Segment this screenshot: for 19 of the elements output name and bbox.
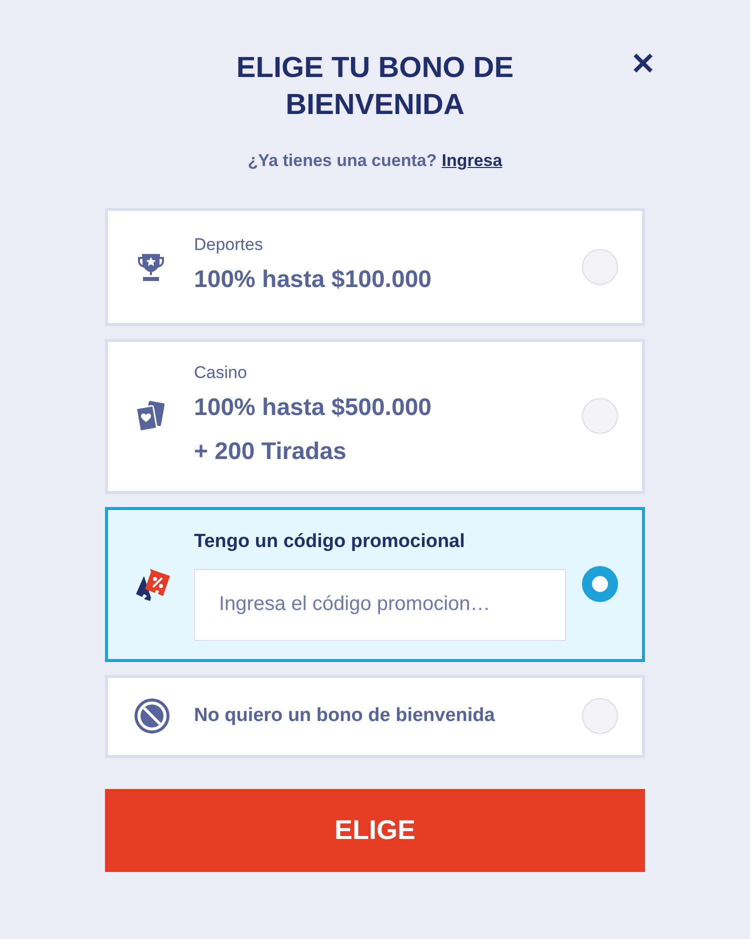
option-label: No quiero un bono de bienvenida: [194, 704, 496, 728]
dialog-title: ELIGE TU BONO DE BIENVENIDA: [235, 51, 515, 123]
login-prompt: ¿Ya tienes una cuenta?: [248, 150, 437, 172]
bonus-option[interactable]: Casino 100% hasta $500.000 + 200 Tiradas: [105, 338, 645, 494]
option-label: Deportes: [194, 234, 264, 256]
option-label: Casino: [194, 362, 248, 384]
promo-code-field[interactable]: Ingresa el código promocion…: [194, 568, 566, 640]
bonus-option[interactable]: No quiero un bono de bienvenida: [105, 674, 645, 758]
prohibited-icon: [134, 698, 170, 734]
radio-button[interactable]: [582, 566, 618, 602]
option-label: Tengo un código promocional: [194, 530, 466, 554]
bonus-option[interactable]: Tengo un código promocional Ingresa el código promocion…: [105, 507, 645, 662]
bonus-option[interactable]: Deportes 100% hasta $100.000: [105, 208, 645, 326]
login-link[interactable]: Ingresa: [442, 148, 502, 174]
submit-button[interactable]: ELIGE: [105, 788, 645, 872]
close-button[interactable]: ✕: [625, 46, 661, 82]
bonus-amount: + 200 Tiradas: [194, 437, 348, 467]
bonus-amount: 100% hasta $100.000: [194, 265, 433, 296]
bonus-amount: 100% hasta $500.000: [194, 393, 433, 423]
